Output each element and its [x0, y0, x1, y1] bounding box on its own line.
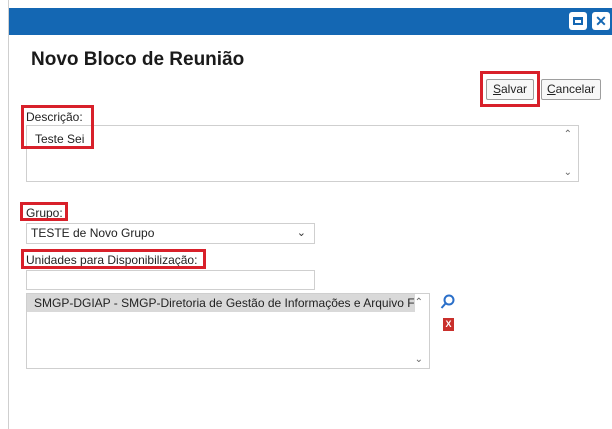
close-icon[interactable]: ✕ — [592, 12, 610, 30]
scroll-down-icon[interactable]: ⌄ — [415, 354, 423, 365]
cancel-label-rest: ancelar — [555, 82, 596, 96]
list-item[interactable]: SMGP-DGIAP - SMGP-Diretoria de Gestão de… — [27, 294, 415, 312]
scroll-up-icon[interactable]: ⌃ — [415, 297, 423, 308]
unidades-listbox[interactable]: SMGP-DGIAP - SMGP-Diretoria de Gestão de… — [26, 293, 430, 369]
window-titlebar: ✕ — [9, 8, 612, 35]
grupo-select[interactable]: TESTE de Novo Grupo ⌄ — [26, 223, 315, 244]
highlight-grupo — [20, 202, 68, 221]
highlight-save — [480, 71, 540, 107]
window-maximize-icon[interactable] — [569, 12, 587, 30]
window-left-edge — [0, 0, 9, 429]
chevron-down-icon: ⌄ — [296, 227, 306, 239]
grupo-selected-value: TESTE de Novo Grupo — [31, 226, 155, 240]
scroll-down-icon[interactable]: ⌄ — [564, 167, 572, 178]
unidades-input[interactable] — [26, 270, 315, 290]
highlight-descricao — [21, 105, 94, 149]
scroll-up-icon[interactable]: ⌃ — [564, 129, 572, 140]
remove-icon[interactable]: X — [443, 318, 454, 331]
search-icon[interactable] — [440, 294, 456, 310]
page-title: Novo Bloco de Reunião — [31, 49, 245, 70]
cancel-button[interactable]: Cancelar — [541, 79, 601, 100]
cancel-accesskey: C — [546, 82, 556, 96]
descricao-textarea[interactable]: Teste Sei ⌃ ⌄ — [26, 125, 579, 182]
highlight-unidades — [21, 249, 206, 269]
